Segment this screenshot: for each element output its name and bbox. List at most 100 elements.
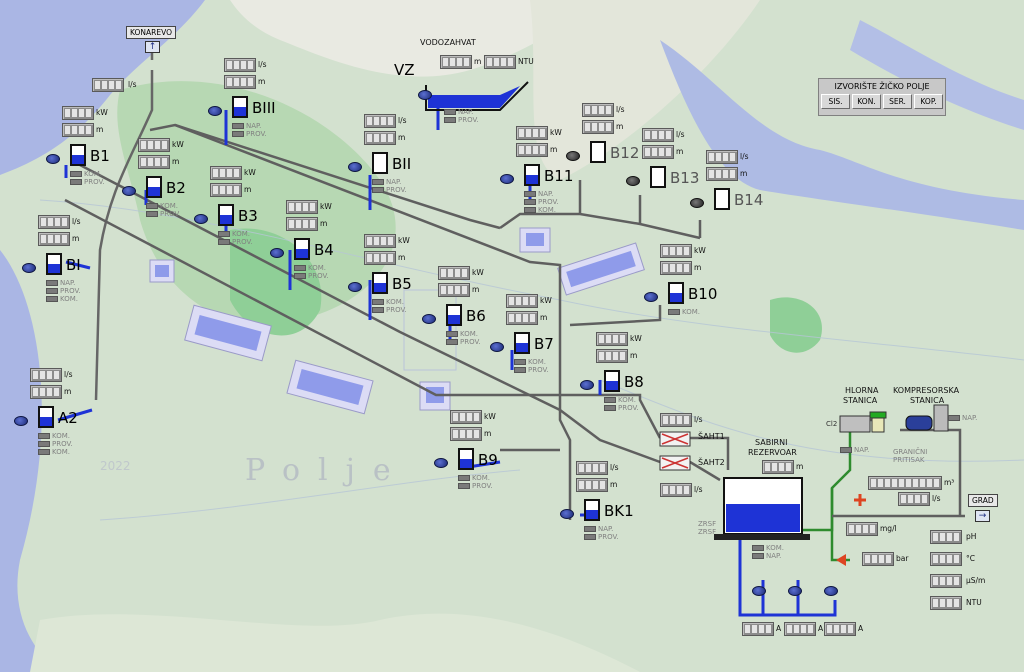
b2-pump[interactable]: [122, 186, 136, 196]
bii-well-tank[interactable]: [372, 152, 388, 174]
bi-m-display: [38, 232, 70, 246]
konarevo-arrow-icon[interactable]: ↑: [145, 41, 160, 53]
b9-status-indicator: [458, 483, 470, 489]
bk1-status-text: NAP.: [598, 525, 614, 533]
sis-button[interactable]: SIS.: [821, 94, 850, 109]
b9-well-tank[interactable]: [458, 448, 474, 470]
b11-well-tank[interactable]: [524, 164, 540, 186]
b1-pump[interactable]: [46, 154, 60, 164]
grad-label[interactable]: GRAD: [968, 494, 998, 507]
b4-status-indicator: [294, 273, 306, 279]
b8-well-tank[interactable]: [604, 370, 620, 392]
temp-unit: °C: [966, 554, 975, 563]
b9-status-indicator: [458, 475, 470, 481]
b14-pump[interactable]: [690, 198, 704, 208]
a2-well-tank[interactable]: [38, 406, 54, 428]
b1-status-indicator: [70, 179, 82, 185]
b5-pump[interactable]: [348, 282, 362, 292]
main-pump-3[interactable]: [824, 586, 838, 596]
a2-status-indicator: [38, 449, 50, 455]
bi-well-tank[interactable]: [46, 253, 62, 275]
b4-status-indicator: [294, 265, 306, 271]
bk1-ls-display: [576, 461, 608, 475]
b10-m-unit: m: [694, 263, 702, 272]
b8-kw-display: [596, 332, 628, 346]
bii-m-display: [364, 131, 396, 145]
b10-status-indicator: [668, 309, 680, 315]
kop-button[interactable]: KOP.: [914, 94, 943, 109]
biii-well-tank[interactable]: [232, 96, 248, 118]
bii-status-indicator: [372, 179, 384, 185]
conductivity-display: [930, 574, 962, 588]
a2-status-indicator: [38, 441, 50, 447]
b7-name-label: B7: [534, 335, 554, 353]
b7-status-text: PROV.: [528, 366, 549, 374]
b7-status-prov: PROV.: [514, 366, 549, 374]
b6-well-tank[interactable]: [446, 304, 462, 326]
b5-well-tank[interactable]: [372, 272, 388, 294]
kon-button[interactable]: KON.: [852, 94, 881, 109]
saht2-flow-display: [660, 483, 692, 497]
biii-pump[interactable]: [208, 106, 222, 116]
b7-pump[interactable]: [490, 342, 504, 352]
b5-name-label: B5: [392, 275, 412, 293]
b7-well-tank[interactable]: [514, 332, 530, 354]
b12-well-tank[interactable]: [590, 141, 606, 163]
ser-button[interactable]: SER.: [883, 94, 912, 109]
bii-pump[interactable]: [348, 162, 362, 172]
b4-status-kom: KOM.: [294, 264, 326, 272]
b4-kw-unit: kW: [320, 202, 332, 211]
main-pump-1[interactable]: [752, 586, 766, 596]
bk1-m-unit: m: [610, 480, 618, 489]
b9-pump[interactable]: [434, 458, 448, 468]
b3-pump[interactable]: [194, 214, 208, 224]
b11-status-indicator: [524, 199, 536, 205]
bi-pump[interactable]: [22, 263, 36, 273]
b2-well-tank[interactable]: [146, 176, 162, 198]
b1-water-level: [72, 155, 84, 164]
b12-pump[interactable]: [566, 151, 580, 161]
b2-status-indicator: [146, 203, 158, 209]
b11-status-kom: KOM.: [524, 206, 556, 214]
bii-ls-unit: l/s: [398, 116, 407, 125]
b9-m-unit: m: [484, 429, 492, 438]
b13-pump[interactable]: [626, 176, 640, 186]
b4-well-tank[interactable]: [294, 238, 310, 260]
bi-status-indicator: [46, 288, 58, 294]
b8-pump[interactable]: [580, 380, 594, 390]
b10-pump[interactable]: [644, 292, 658, 302]
b10-kw-display: [660, 244, 692, 258]
zrsf-label-2: ZRSF: [698, 528, 717, 536]
b3-well-tank[interactable]: [218, 204, 234, 226]
b6-pump[interactable]: [422, 314, 436, 324]
b7-m-display: [506, 311, 538, 325]
a2-pump[interactable]: [14, 416, 28, 426]
b1-status-prov: PROV.: [70, 178, 105, 186]
b4-status-text: PROV.: [308, 272, 329, 280]
b13-well-tank[interactable]: [650, 166, 666, 188]
b1-well-tank[interactable]: [70, 144, 86, 166]
granicni-label-1: GRANIČNI: [893, 448, 928, 456]
b2-status-kom: KOM.: [146, 202, 178, 210]
main-pump-2[interactable]: [788, 586, 802, 596]
vz-pump[interactable]: [418, 90, 432, 100]
b11-pump[interactable]: [500, 174, 514, 184]
hlorna-label-2: STANICA: [843, 396, 878, 405]
b1-status-indicator: [70, 171, 82, 177]
b14-ls-display: [706, 150, 738, 164]
biii-ls-display: [224, 58, 256, 72]
bii-m-unit: m: [398, 133, 406, 142]
b14-well-tank[interactable]: [714, 188, 730, 210]
grad-arrow-icon[interactable]: →: [975, 510, 990, 522]
scada-screen: Polje 2022 KONAREVO ↑ VODOZAHVAT VZ SABI…: [0, 0, 1024, 672]
konarevo-label[interactable]: KONAREVO: [126, 26, 177, 39]
b12-name-label: B12: [610, 144, 640, 162]
city-flow-unit: l/s: [932, 494, 941, 503]
b10-well-tank[interactable]: [668, 282, 684, 304]
bi-status-kom: KOM.: [46, 295, 78, 303]
b7-kw-display: [506, 294, 538, 308]
b4-pump[interactable]: [270, 248, 284, 258]
bk1-pump[interactable]: [560, 509, 574, 519]
bk1-well-tank[interactable]: [584, 499, 600, 521]
b3-m-display: [210, 183, 242, 197]
